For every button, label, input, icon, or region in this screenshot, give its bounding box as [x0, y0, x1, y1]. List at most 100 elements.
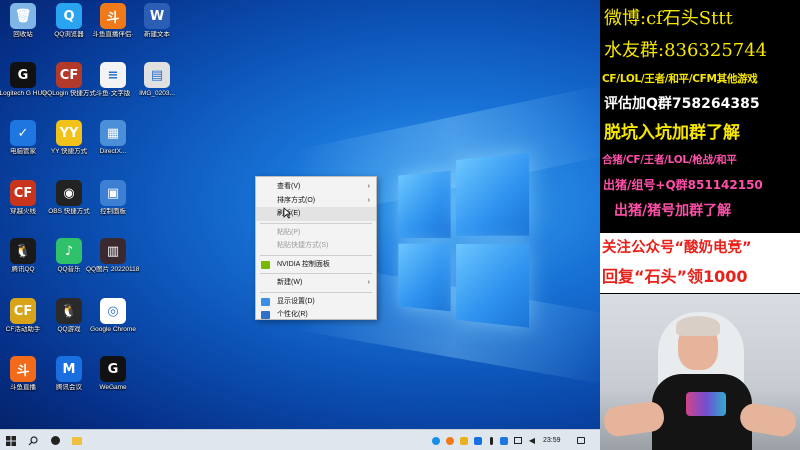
- menu-separator: [260, 223, 372, 224]
- pc-manager-icon: ✓: [10, 120, 36, 146]
- desktop-icon-label: 新建文本: [130, 31, 184, 39]
- chevron-right-icon: ›: [368, 194, 370, 208]
- obs-taskbar-button[interactable]: [46, 430, 64, 450]
- crossfire-icon: CF: [10, 180, 36, 206]
- menu-item-label: 新建(W): [277, 279, 302, 286]
- photo-file-icon: ▥: [100, 238, 126, 264]
- tray-icon-qq[interactable]: [430, 430, 442, 450]
- search-icon: [28, 436, 38, 446]
- control-panel-icon: ▣: [100, 180, 126, 206]
- qq-game-icon: 🐧: [56, 298, 82, 324]
- personalize-icon: [261, 311, 270, 319]
- menu-item-paste-shortcut[interactable]: 粘贴快捷方式(S): [256, 239, 376, 253]
- desktop-icon[interactable]: W 新建文本: [130, 3, 184, 39]
- logitech-icon: G: [10, 62, 36, 88]
- desktop-icon[interactable]: ▦ DirectX...: [86, 120, 140, 156]
- nvidia-icon: [261, 261, 270, 269]
- menu-item-view[interactable]: 查看(V) ›: [256, 180, 376, 194]
- escape-text: 脱坑入坑加群了解: [604, 118, 800, 143]
- menu-separator: [260, 273, 372, 274]
- start-button[interactable]: [2, 430, 20, 450]
- reply-text: 回复“石头”领1000: [602, 263, 800, 287]
- notification-icon: [577, 437, 585, 444]
- qq-tray-icon: [432, 437, 440, 445]
- wegame-tray-icon: [460, 437, 468, 445]
- games-line-text: CF/LOL/王者/和平/CFM其他游戏: [602, 71, 800, 86]
- webcam-feed: [600, 294, 800, 450]
- menu-item-paste[interactable]: 粘贴(P): [256, 226, 376, 240]
- hezhu-text: 合猪/CF/王者/LOL/枪战/和平: [602, 152, 800, 167]
- streamer-hair: [676, 316, 720, 336]
- desktop-icon[interactable]: ▤ IMG_0203...: [130, 62, 184, 98]
- menu-item-nvidia-control-panel[interactable]: NVIDIA 控制面板: [256, 258, 376, 272]
- menu-item-label: 粘贴快捷方式(S): [277, 242, 328, 249]
- desktop-icon-label: WeGame: [86, 384, 140, 392]
- qq-music-icon: ♪: [56, 238, 82, 264]
- tencent-meeting-icon: M: [56, 356, 82, 382]
- word-doc-icon: W: [144, 3, 170, 29]
- shield-tray-icon: [500, 437, 508, 445]
- weibo-text: 微博:cf石头Sttt: [604, 4, 800, 30]
- desktop-icon[interactable]: ◎ Google Chrome: [86, 298, 140, 334]
- search-button[interactable]: [24, 430, 42, 450]
- wechat-promo-box: 关注公众号“酸奶电竞” 回复“石头”领1000: [600, 233, 800, 293]
- folder-icon: [72, 437, 82, 445]
- notification-button[interactable]: [574, 430, 588, 450]
- network-icon: [514, 437, 522, 444]
- desktop-icon[interactable]: ▥ QQ图片 20220118...: [86, 238, 140, 274]
- douyu-icon: 斗: [100, 3, 126, 29]
- menu-item-label: 个性化(R): [277, 311, 308, 318]
- wegame-icon: G: [100, 356, 126, 382]
- windows-logo-wallpaper: [398, 152, 529, 327]
- desktop-icon-label: 控制面板: [86, 208, 140, 216]
- menu-item-label: NVIDIA 控制面板: [277, 261, 330, 268]
- menu-item-label: 排序方式(O): [277, 197, 315, 204]
- fans-group-text: 水友群:836325744: [604, 36, 800, 62]
- qqlogin-icon: CF: [56, 62, 82, 88]
- desktop-icon-label: DirectX...: [86, 148, 140, 156]
- chuzhu-text: 出猪/组号+Q群851142150: [603, 176, 800, 193]
- folder-taskbar-button[interactable]: [68, 430, 86, 450]
- taskbar-clock[interactable]: 23:59: [543, 430, 561, 450]
- menu-item-label: 查看(V): [277, 183, 300, 190]
- menu-item-label: 粘贴(P): [277, 229, 300, 236]
- tray-icon-volume[interactable]: ◀: [526, 430, 538, 450]
- menu-item-refresh[interactable]: 刷新(E): [256, 207, 376, 221]
- image-file-icon: ▤: [144, 62, 170, 88]
- obs-taskbar-icon: [51, 436, 60, 445]
- tray-icon-wegame[interactable]: [458, 430, 470, 450]
- desktop-icon-label: Google Chrome: [86, 326, 140, 334]
- cf-helper-icon: CF: [10, 298, 36, 324]
- chat-tray-icon: [474, 437, 482, 445]
- menu-item-sort-by[interactable]: 排序方式(O) ›: [256, 194, 376, 208]
- douyu-tray-icon: [446, 437, 454, 445]
- mic-icon: [490, 437, 493, 445]
- yy-icon: YY: [56, 120, 82, 146]
- desktop-icon-label: IMG_0203...: [130, 90, 184, 98]
- menu-separator: [260, 255, 372, 256]
- chevron-right-icon: ›: [368, 180, 370, 194]
- menu-item-display-settings[interactable]: 显示设置(D): [256, 295, 376, 309]
- windows-start-icon: [6, 436, 16, 446]
- tray-icon-shield[interactable]: [498, 430, 510, 450]
- douyu-live-icon: 斗: [10, 356, 36, 382]
- menu-item-new[interactable]: 新建(W) ›: [256, 276, 376, 290]
- context-menu: 查看(V) › 排序方式(O) › 刷新(E) 粘贴(P) 粘贴快捷方式(S) NV…: [255, 176, 377, 320]
- text-file-icon: ≡: [100, 62, 126, 88]
- qq-icon: 🐧: [10, 238, 36, 264]
- desktop[interactable]: 🗑 回收站 Q QQ浏览器斗斗鱼直播伴侣· W 新建文本 G Logitech G HUB CF…: [0, 0, 600, 450]
- menu-item-label: 显示设置(D): [277, 298, 315, 305]
- directx-icon: ▦: [100, 120, 126, 146]
- tray-icon-chat[interactable]: [472, 430, 484, 450]
- tray-icon-mic[interactable]: [486, 430, 496, 450]
- qq-browser-icon: Q: [56, 3, 82, 29]
- menu-separator: [260, 292, 372, 293]
- menu-item-personalize[interactable]: 个性化(R): [256, 308, 376, 322]
- tray-icon-douyu[interactable]: [444, 430, 456, 450]
- desktop-icon[interactable]: G WeGame: [86, 356, 140, 392]
- taskbar: ◀ 23:59: [0, 429, 600, 450]
- desktop-icon-label: QQ图片 20220118...: [86, 266, 140, 274]
- chuzhu2-text: 出猪/猪号加群了解: [614, 200, 800, 220]
- tray-icon-network[interactable]: [512, 430, 524, 450]
- desktop-icon[interactable]: ▣ 控制面板: [86, 180, 140, 216]
